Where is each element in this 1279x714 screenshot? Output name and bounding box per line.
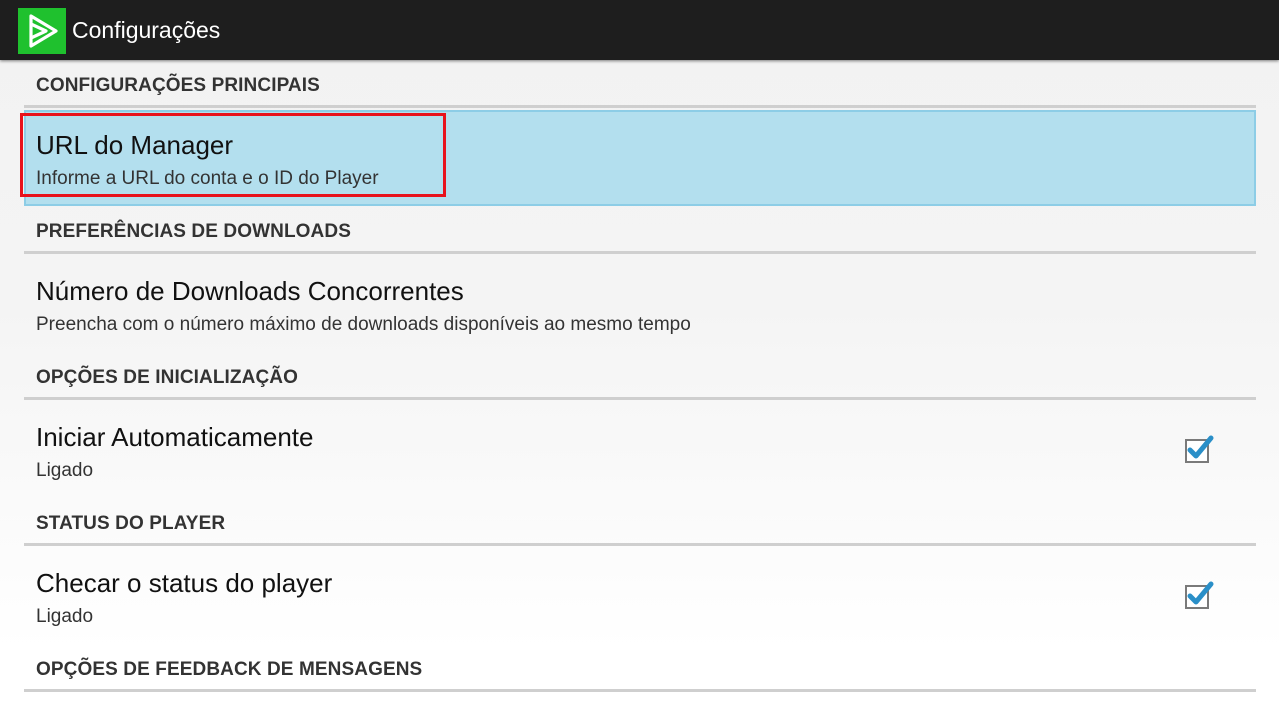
preference-manager-url[interactable]: URL do Manager Informe a URL do conta e … (24, 110, 1256, 206)
preference-title: URL do Manager (36, 130, 234, 160)
player-status-checkbox[interactable] (1184, 580, 1214, 610)
category-label: PREFERÊNCIAS DE DOWNLOADS (36, 221, 351, 242)
preference-title: Número de Downloads Concorrentes (36, 276, 464, 306)
category-header-player-status: STATUS DO PLAYER (24, 500, 1256, 546)
preference-concurrent-downloads[interactable]: Número de Downloads Concorrentes Preench… (24, 256, 1256, 352)
app-play-logo-icon[interactable] (18, 8, 66, 54)
category-header-download-preferences: PREFERÊNCIAS DE DOWNLOADS (24, 208, 1256, 254)
preference-check-player-status[interactable]: Checar o status do player Ligado (24, 548, 1256, 644)
category-header-main-settings: CONFIGURAÇÕES PRINCIPAIS (24, 62, 1256, 108)
preference-title: Iniciar Automaticamente (36, 422, 314, 452)
category-header-message-feedback: OPÇÕES DE FEEDBACK DE MENSAGENS (24, 646, 1256, 692)
preference-summary: Informe a URL do conta e o ID do Player (36, 168, 379, 189)
category-header-startup-options: OPÇÕES DE INICIALIZAÇÃO (24, 354, 1256, 400)
preference-summary: Preencha com o número máximo de download… (36, 314, 691, 335)
preference-summary: Ligado (36, 460, 94, 481)
preference-list: CONFIGURAÇÕES PRINCIPAIS URL do Manager … (0, 60, 1279, 714)
category-label: OPÇÕES DE FEEDBACK DE MENSAGENS (36, 659, 423, 680)
action-bar: Configurações (0, 0, 1279, 60)
category-label: CONFIGURAÇÕES PRINCIPAIS (36, 75, 320, 96)
category-label: STATUS DO PLAYER (36, 513, 226, 534)
preference-title: Checar o status do player (36, 568, 333, 598)
preference-summary: Ligado (36, 606, 94, 627)
preference-auto-start[interactable]: Iniciar Automaticamente Ligado (24, 402, 1256, 498)
page-title: Configurações (72, 17, 221, 43)
auto-start-checkbox[interactable] (1184, 434, 1214, 464)
category-label: OPÇÕES DE INICIALIZAÇÃO (36, 367, 298, 388)
